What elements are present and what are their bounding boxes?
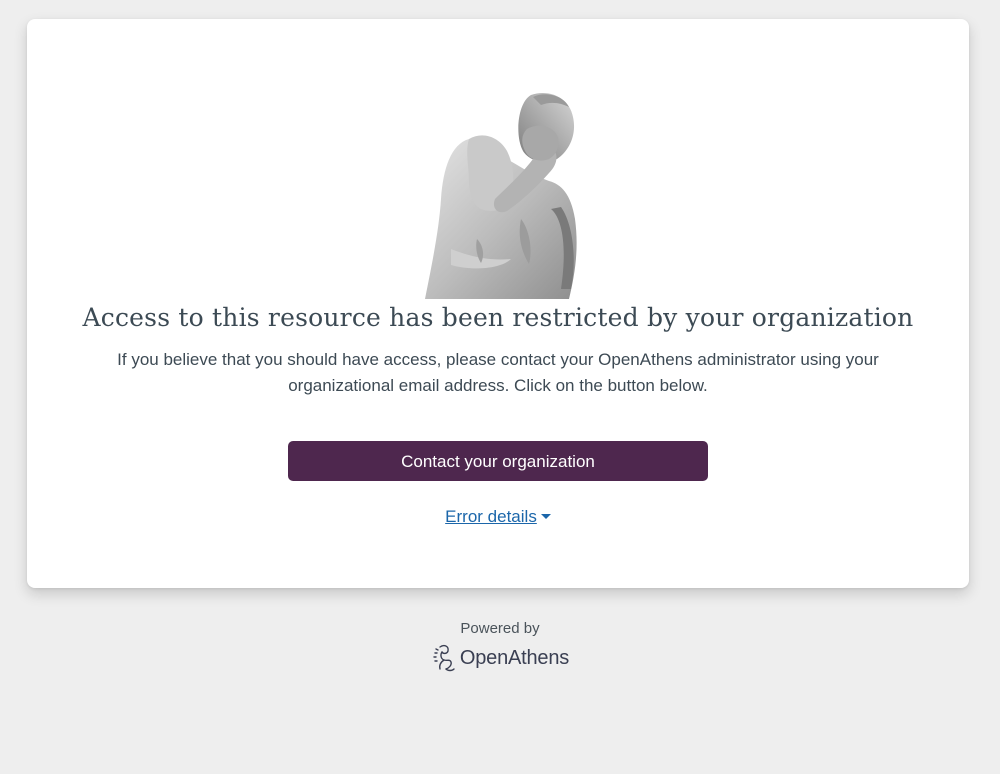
restriction-description: If you believe that you should have acce… <box>87 347 909 399</box>
caret-down-icon[interactable] <box>540 513 551 519</box>
statue-facepalm-image <box>425 93 577 299</box>
error-details-toggle-container: Error details <box>27 507 969 527</box>
brand-name: OpenAthens <box>459 646 570 669</box>
footer: Powered by OpenAthens <box>0 620 1000 678</box>
openathens-brand: OpenAthens <box>431 643 569 673</box>
error-details-link[interactable]: Error details <box>445 507 537 526</box>
powered-by-label: Powered by <box>460 620 540 637</box>
page-title: Access to this resource has been restric… <box>82 303 914 332</box>
openathens-logo-icon <box>433 644 455 672</box>
contact-organization-button[interactable]: Contact your organization <box>288 441 708 481</box>
restriction-card: Access to this resource has been restric… <box>27 19 969 588</box>
description-line-1: If you believe that you should have acce… <box>117 350 879 369</box>
description-line-2: organizational email address. Click on t… <box>288 376 708 395</box>
